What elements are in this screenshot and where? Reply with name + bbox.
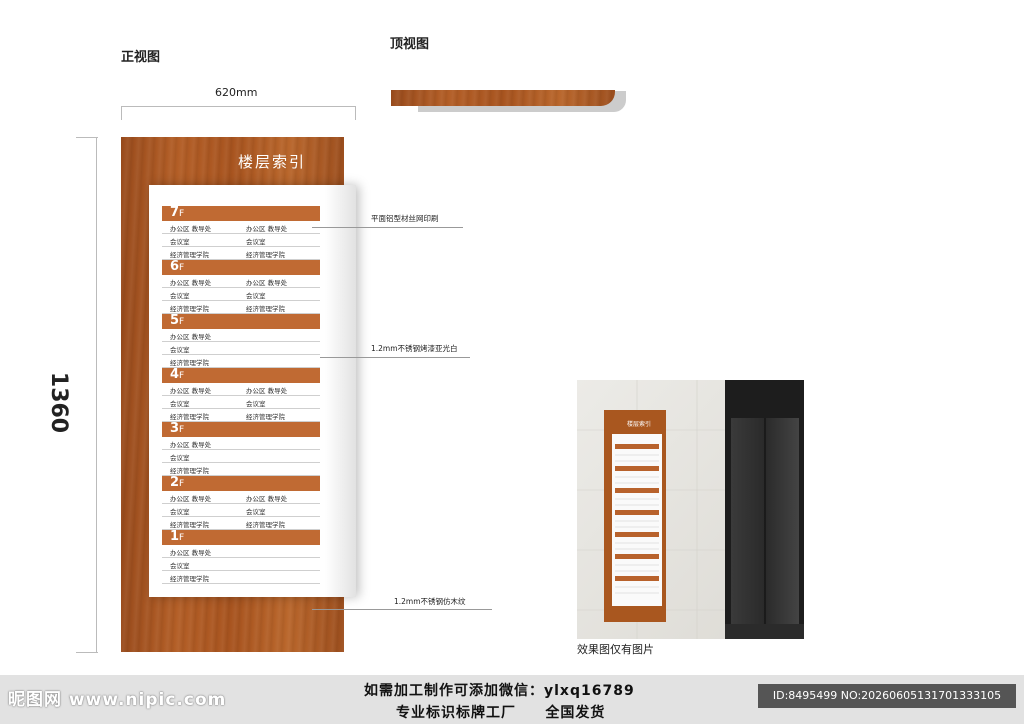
floor-row: 经济管理学院 经济管理学院: [162, 409, 320, 422]
floor-5-block: 5F 办公区 教导处 会议室 经济管理学院: [162, 313, 320, 368]
floor-row: 会议室: [162, 342, 320, 355]
footer-contact-line: 如需加工制作可添加微信：ylxq16789: [364, 683, 635, 699]
wood-annotation: 1.2mm不锈钢仿木纹: [394, 597, 466, 606]
floor-1-block: 1F 办公区 教导处 会议室 经济管理学院: [162, 529, 320, 584]
panel-annotation: 1.2mm不锈钢烤漆亚光白: [371, 344, 458, 353]
floor-row: 办公区 教导处: [162, 545, 320, 558]
floor-index: 7F 办公区 教导处 办公区 教导处 会议室 会议室 经济管理学院 经济管理学院 6F…: [162, 205, 320, 584]
top-view-wood-profile: [391, 90, 615, 106]
footer-slogan-line: 专业标识标牌工厂 全国发货: [396, 705, 606, 721]
floor-label: 7F: [170, 205, 185, 220]
floor-row: 经济管理学院 经济管理学院: [162, 517, 320, 530]
height-dimension-line: [96, 137, 97, 652]
floor-row: 会议室: [162, 558, 320, 571]
height-dimension-tick-bottom: [76, 652, 98, 653]
floor-row: 经济管理学院: [162, 571, 320, 584]
wood-leader-line: [312, 609, 492, 610]
effect-photo: 楼层索引: [577, 380, 804, 639]
floor-row: 经济管理学院: [162, 463, 320, 476]
width-dimension-label: 620mm: [215, 86, 258, 99]
floor-label: 5F: [170, 313, 185, 328]
floor-label: 4F: [170, 367, 185, 382]
floor-label: 3F: [170, 421, 185, 436]
floor-row: 经济管理学院: [162, 355, 320, 368]
floor-7-block: 7F 办公区 教导处 办公区 教导处 会议室 会议室 经济管理学院 经济管理学院: [162, 205, 320, 260]
print-leader-line: [312, 227, 463, 228]
print-annotation: 平面铝型材丝网印刷: [371, 214, 439, 223]
floor-bar: 4F: [162, 367, 320, 383]
floor-4-block: 4F 办公区 教导处 办公区 教导处 会议室 会议室 经济管理学院 经济管理学院: [162, 367, 320, 422]
floor-row: 会议室 会议室: [162, 396, 320, 409]
top-view-heading: 顶视图: [390, 37, 430, 52]
floor-bar: 7F: [162, 205, 320, 221]
width-dimension-tick-right: [355, 106, 356, 120]
floor-6-block: 6F 办公区 教导处 办公区 教导处 会议室 会议室 经济管理学院 经济管理学院: [162, 259, 320, 314]
floor-row: 办公区 教导处 办公区 教导处: [162, 221, 320, 234]
floor-3-block: 3F 办公区 教导处 会议室 经济管理学院: [162, 421, 320, 476]
image-id-badge: ID:8495499 NO:20260605131701333105: [758, 684, 1016, 708]
floor-2-block: 2F 办公区 教导处 办公区 教导处 会议室 会议室 经济管理学院 经济管理学院: [162, 475, 320, 530]
photo-sign-title: 楼层索引: [627, 420, 651, 428]
floor-row: 办公区 教导处: [162, 437, 320, 450]
sign-title: 楼层索引: [238, 153, 307, 171]
floor-row: 办公区 教导处 办公区 教导处: [162, 491, 320, 504]
floor-label: 2F: [170, 475, 185, 490]
floor-label: 1F: [170, 529, 185, 544]
floor-bar: 6F: [162, 259, 320, 275]
floor-row: 经济管理学院 经济管理学院: [162, 301, 320, 314]
width-dimension-tick-left: [121, 106, 122, 120]
floor-row: 会议室: [162, 450, 320, 463]
floor-bar: 1F: [162, 529, 320, 545]
floor-row: 经济管理学院 经济管理学院: [162, 247, 320, 260]
height-dimension-tick-top: [76, 137, 98, 138]
floor-row: 办公区 教导处 办公区 教导处: [162, 383, 320, 396]
front-view-heading: 正视图: [121, 50, 161, 65]
height-dimension-label: 1360: [46, 371, 72, 434]
width-dimension-line: [121, 106, 356, 107]
floor-bar: 5F: [162, 313, 320, 329]
photo-caption: 效果图仅有图片: [577, 643, 654, 656]
floor-row: 会议室 会议室: [162, 288, 320, 301]
floor-row: 会议室 会议室: [162, 234, 320, 247]
panel-leader-line: [320, 357, 470, 358]
floor-row: 办公区 教导处: [162, 329, 320, 342]
floor-label: 6F: [170, 259, 185, 274]
floor-row: 办公区 教导处 办公区 教导处: [162, 275, 320, 288]
floor-row: 会议室 会议室: [162, 504, 320, 517]
floor-bar: 2F: [162, 475, 320, 491]
floor-bar: 3F: [162, 421, 320, 437]
watermark-logo: 昵图网 www.nipic.com: [8, 690, 227, 710]
effect-photo-illustration: 楼层索引: [577, 380, 804, 639]
